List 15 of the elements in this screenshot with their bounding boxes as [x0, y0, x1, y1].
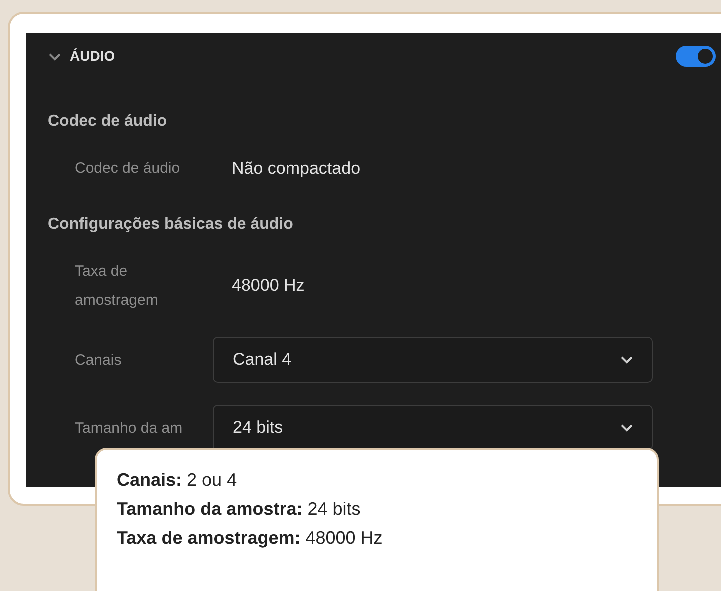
field-label: Codec de áudio — [75, 159, 182, 179]
tooltip-line: Taxa de amostragem: 48000 Hz — [117, 527, 384, 550]
field-value: Não compactado — [231, 158, 361, 180]
section-title: ÁUDIO — [70, 47, 116, 66]
tooltip-line: Canais: 2 ou 4 — [117, 469, 238, 492]
group-heading: Codec de áudio — [48, 112, 168, 132]
dropdown[interactable]: 24 bits — [213, 405, 653, 451]
toggle-switch[interactable] — [676, 46, 716, 67]
dropdown[interactable]: Canal 4 — [213, 337, 653, 383]
field-value: 48000 Hz — [231, 275, 305, 298]
group-heading: Configurações básicas de áudio — [48, 215, 294, 235]
field-label: Taxa de amostragem — [75, 262, 160, 311]
field-label: Canais — [75, 350, 123, 370]
tooltip-line: Tamanho da amostra: 24 bits — [117, 498, 362, 521]
field-label: Tamanho da am — [75, 418, 184, 438]
